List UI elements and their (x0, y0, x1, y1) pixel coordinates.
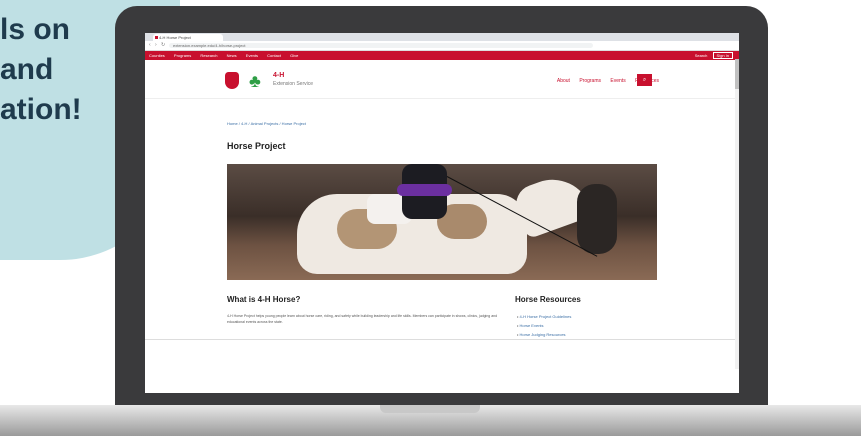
utility-link[interactable]: Research (200, 53, 217, 58)
utility-link[interactable]: Give (290, 53, 298, 58)
laptop-screen: 4-H Horse Project ‹ › ↻ extension.exampl… (145, 33, 739, 393)
sidebar-link[interactable]: 4-H Horse Project Guidelines (517, 312, 572, 321)
site-name[interactable]: 4-H (273, 72, 284, 79)
utility-link[interactable]: Counties (149, 53, 165, 58)
saddle (397, 184, 452, 196)
sidebar-links: 4-H Horse Project Guidelines Horse Event… (517, 312, 572, 339)
reload-icon[interactable]: ↻ (161, 43, 165, 48)
utility-link[interactable]: Programs (174, 53, 191, 58)
hero-image-horse-rider (227, 164, 657, 280)
tab-title: 4-H Horse Project (159, 35, 191, 40)
back-icon[interactable]: ‹ (149, 43, 153, 48)
search-icon: ⌕ (642, 77, 647, 83)
url-field[interactable]: extension.example.edu/4-h/horse-project (169, 43, 593, 48)
scrollbar-thumb[interactable] (735, 59, 739, 89)
nav-item[interactable]: Events (610, 78, 625, 84)
favicon-icon (155, 36, 158, 39)
utility-right: Search Sign In (695, 51, 733, 60)
utility-link[interactable]: News (227, 53, 237, 58)
nav-item[interactable]: Programs (579, 78, 601, 84)
laptop-notch (380, 405, 480, 413)
site-subtitle: Extension Service (273, 81, 314, 87)
address-bar: ‹ › ↻ extension.example.edu/4-h/horse-pr… (145, 41, 739, 51)
breadcrumb[interactable]: Home / 4-H / Animal Projects / Horse Pro… (227, 121, 306, 126)
search-button[interactable]: ⌕ (637, 74, 652, 86)
site-header: ♣ 4-H Extension Service About Programs E… (145, 60, 739, 99)
utility-link[interactable]: Contact (267, 53, 281, 58)
sidebar-link[interactable]: Horse Judging Resources (517, 330, 571, 339)
horse-head (577, 184, 617, 254)
utility-link[interactable]: Events (246, 53, 258, 58)
signin-button[interactable]: Sign In (712, 52, 733, 59)
utility-links: Counties Programs Research News Events C… (149, 51, 306, 60)
sidebar-title: Horse Resources (515, 295, 581, 304)
utility-search-link[interactable]: Search (695, 53, 708, 58)
nav-item[interactable]: About (557, 78, 570, 84)
browser-tab[interactable]: 4-H Horse Project (153, 34, 223, 41)
scrollbar-track[interactable] (735, 59, 739, 369)
section-text: 4-H Horse Project helps young people lea… (227, 314, 498, 324)
university-seal-icon[interactable] (225, 72, 239, 89)
page-fold-line (145, 339, 739, 340)
browser-tabbar: 4-H Horse Project (145, 33, 739, 41)
sidebar-link[interactable]: Horse Events (517, 321, 571, 330)
section-title: What is 4-H Horse? (227, 295, 301, 304)
page-title: Horse Project (227, 141, 286, 151)
forward-icon[interactable]: › (155, 43, 159, 48)
clover-icon[interactable]: ♣ (249, 72, 261, 90)
utility-bar: Counties Programs Research News Events C… (145, 51, 739, 60)
